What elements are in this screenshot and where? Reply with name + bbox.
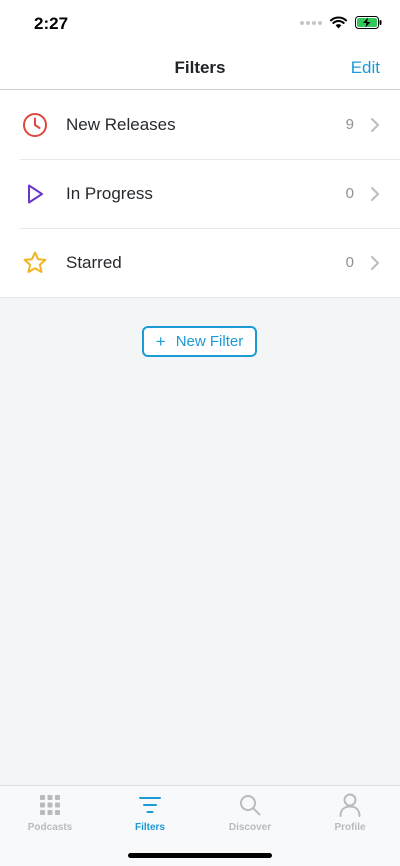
chevron-right-icon	[370, 117, 380, 133]
tab-profile[interactable]: Profile	[300, 792, 400, 836]
battery-charging-icon	[355, 16, 382, 29]
status-time: 2:27	[34, 14, 69, 33]
tab-bar: Podcasts Filters Discover Profile	[0, 785, 400, 866]
wifi-icon	[330, 16, 347, 29]
person-icon	[300, 792, 400, 818]
tab-label: Discover	[228, 822, 272, 833]
grid-icon	[0, 792, 100, 818]
filter-label: Starred	[66, 252, 122, 272]
clock-icon	[22, 112, 48, 138]
new-filter-label: New Filter	[175, 333, 244, 350]
navigation-bar: Filters Edit	[0, 48, 400, 90]
new-filter-button[interactable]: + New Filter	[142, 326, 257, 357]
filter-row-in-progress[interactable]: In Progress 0	[0, 159, 400, 228]
tab-label: Podcasts	[27, 822, 73, 833]
star-icon	[22, 250, 48, 276]
filter-label: New Releases	[66, 114, 176, 134]
status-bar: 2:27	[0, 0, 400, 48]
tab-label: Filters	[134, 822, 165, 833]
filter-label: In Progress	[66, 183, 153, 203]
edit-button[interactable]: Edit	[351, 58, 380, 78]
cellular-signal-icon	[300, 20, 322, 25]
tab-filters[interactable]: Filters	[100, 792, 200, 836]
plus-icon: +	[155, 332, 166, 351]
play-icon	[22, 181, 48, 207]
home-indicator	[128, 853, 272, 858]
episode-count: 0	[345, 254, 354, 271]
tab-podcasts[interactable]: Podcasts	[0, 792, 100, 836]
filter-row-starred[interactable]: Starred 0	[0, 228, 400, 297]
filter-row-new-releases[interactable]: New Releases 9	[0, 90, 400, 159]
filters-screen: 2:27 Filters Edit New Releases 9 In Prog…	[0, 0, 400, 866]
episode-count: 9	[345, 116, 354, 133]
page-title: Filters	[174, 58, 226, 77]
chevron-right-icon	[370, 255, 380, 271]
filter-lines-icon	[100, 792, 200, 818]
status-indicators	[300, 16, 382, 29]
tab-label: Profile	[334, 822, 366, 833]
tab-discover[interactable]: Discover	[200, 792, 300, 836]
search-icon	[200, 792, 300, 818]
episode-count: 0	[345, 185, 354, 202]
filter-list: New Releases 9 In Progress 0 Starred 0	[0, 90, 400, 298]
chevron-right-icon	[370, 186, 380, 202]
